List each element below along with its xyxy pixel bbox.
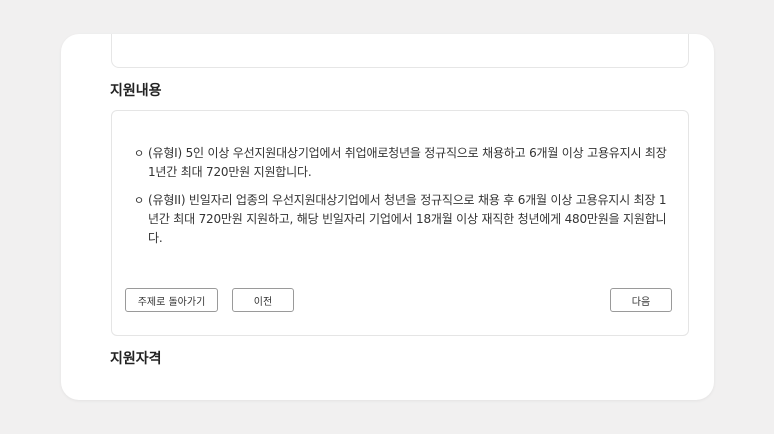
section-title-eligibility: 지원자격 xyxy=(110,351,162,367)
next-button[interactable]: 다음 xyxy=(610,288,672,312)
support-content-list: ㅇ (유형I) 5인 이상 우선지원대상기업에서 취업애로청년을 정규직으로 채… xyxy=(134,144,674,257)
list-item: ㅇ (유형I) 5인 이상 우선지원대상기업에서 취업애로청년을 정규직으로 채… xyxy=(134,144,674,182)
bullet-marker: ㅇ xyxy=(134,194,144,207)
previous-section-box xyxy=(111,34,689,68)
previous-button[interactable]: 이전 xyxy=(232,288,294,312)
support-content-box: ㅇ (유형I) 5인 이상 우선지원대상기업에서 취업애로청년을 정규직으로 채… xyxy=(111,110,689,336)
list-item: ㅇ (유형II) 빈일자리 업종의 우선지원대상기업에서 청년을 정규직으로 채… xyxy=(134,191,674,248)
section-title-support-content: 지원내용 xyxy=(110,83,162,99)
content-card: 지원내용 ㅇ (유형I) 5인 이상 우선지원대상기업에서 취업애로청년을 정규… xyxy=(61,34,714,400)
bullet-marker: ㅇ xyxy=(134,147,144,160)
list-item-text: (유형I) 5인 이상 우선지원대상기업에서 취업애로청년을 정규직으로 채용하… xyxy=(148,146,667,179)
back-to-topic-button[interactable]: 주제로 돌아가기 xyxy=(125,288,218,312)
list-item-text: (유형II) 빈일자리 업종의 우선지원대상기업에서 청년을 정규직으로 채용 … xyxy=(148,193,667,245)
